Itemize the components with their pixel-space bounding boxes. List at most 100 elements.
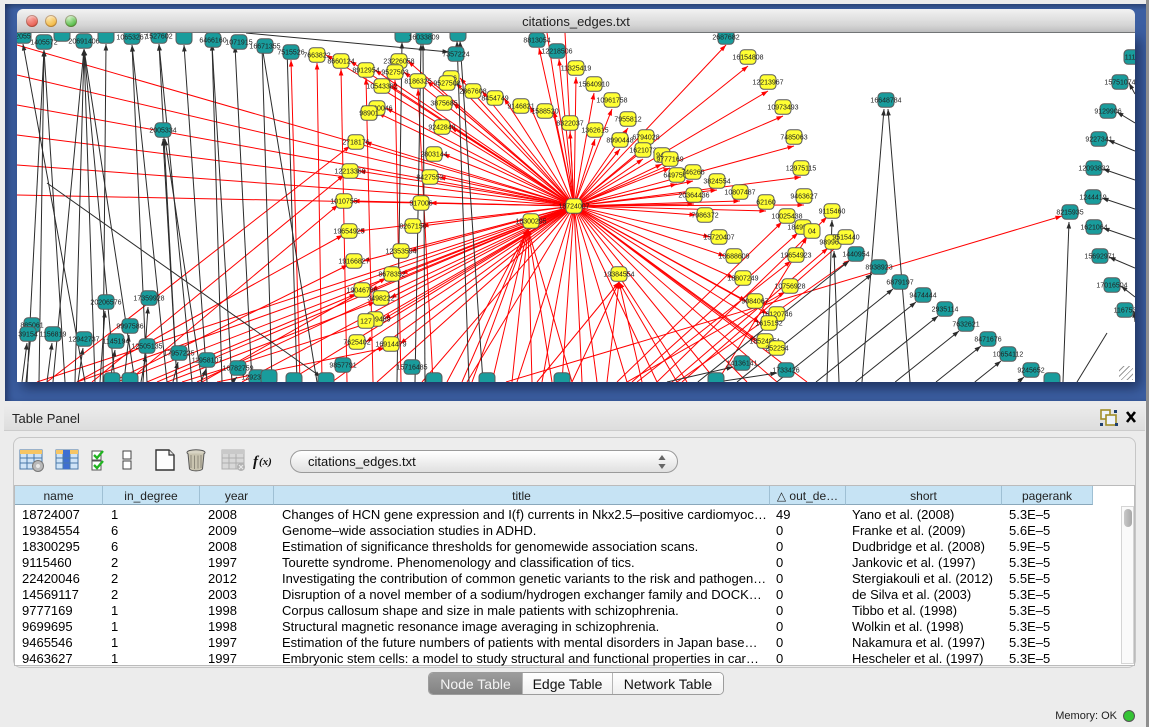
svg-text:20206576: 20206576: [90, 300, 121, 307]
svg-text:252254: 252254: [765, 346, 788, 353]
svg-text:15716485: 15716485: [396, 365, 427, 372]
svg-text:12218506: 12218506: [541, 49, 572, 56]
svg-text:12505135: 12505135: [131, 344, 162, 351]
svg-text:3824554: 3824554: [703, 179, 730, 186]
svg-text:1621072: 1621072: [629, 148, 656, 155]
svg-text:15692971: 15692971: [1084, 254, 1115, 261]
svg-text:8427552: 8427552: [416, 175, 443, 182]
svg-text:9857791: 9857791: [329, 363, 356, 370]
svg-text:7955812: 7955812: [614, 117, 641, 124]
svg-text:10807487: 10807487: [724, 190, 755, 197]
svg-text:1362615: 1362615: [581, 128, 608, 135]
svg-text:8660124: 8660124: [327, 59, 354, 66]
svg-text:20364436: 20364436: [678, 193, 709, 200]
svg-text:9227341: 9227341: [1085, 137, 1112, 144]
svg-text:2055: 2055: [17, 34, 31, 41]
svg-text:7515526: 7515526: [277, 50, 304, 57]
svg-text:17359928: 17359928: [133, 296, 164, 303]
svg-text:19166827: 19166827: [338, 259, 369, 266]
svg-text:16033809: 16033809: [408, 35, 439, 42]
svg-text:19654925: 19654925: [333, 229, 364, 236]
svg-text:2803144: 2803144: [420, 152, 447, 159]
svg-text:1588520: 1588520: [531, 109, 558, 116]
svg-text:1156819: 1156819: [40, 332, 67, 339]
svg-text:8322037: 8322037: [556, 121, 583, 128]
svg-text:16154808: 16154808: [732, 55, 763, 62]
svg-text:7485063: 7485063: [780, 135, 807, 142]
svg-text:8938923: 8938923: [865, 265, 892, 272]
svg-text:16782759: 16782759: [222, 366, 253, 373]
svg-text:8267150: 8267150: [399, 224, 426, 231]
svg-text:8990448: 8990448: [606, 138, 633, 145]
svg-text:04: 04: [808, 229, 816, 236]
svg-text:9997586: 9997586: [116, 324, 143, 331]
svg-text:1621064: 1621064: [1080, 225, 1107, 232]
svg-text:1405572: 1405572: [30, 40, 57, 47]
svg-text:746266: 746266: [681, 170, 704, 177]
svg-text:3875685: 3875685: [430, 101, 457, 108]
svg-text:11325419: 11325419: [561, 66, 592, 73]
svg-text:14136141: 14136141: [726, 361, 757, 368]
svg-text:8912954: 8912954: [352, 68, 379, 75]
svg-text:9474444: 9474444: [909, 293, 936, 300]
svg-text:9463627: 9463627: [790, 194, 817, 201]
svg-text:7357224: 7357224: [442, 52, 469, 59]
svg-text:8678352: 8678352: [378, 272, 405, 279]
svg-text:10961758: 10961758: [596, 98, 627, 105]
svg-text:9245652: 9245652: [1017, 368, 1044, 375]
svg-text:1010755: 1010755: [330, 199, 357, 206]
svg-text:8186325: 8186325: [404, 79, 431, 86]
svg-text:10756928: 10756928: [774, 284, 805, 291]
svg-text:8215935: 8215935: [1056, 210, 1083, 217]
svg-text:9115460: 9115460: [819, 209, 846, 216]
svg-text:62160: 62160: [756, 200, 776, 207]
svg-text:12975115: 12975115: [786, 166, 817, 173]
svg-text:15640910: 15640910: [578, 82, 609, 89]
svg-text:3498222: 3498222: [367, 296, 394, 303]
svg-text:1615152: 1615152: [755, 321, 782, 328]
svg-text:17016504: 17016504: [1096, 283, 1127, 290]
svg-text:116753: 116753: [1114, 308, 1135, 315]
svg-text:8471676: 8471676: [974, 337, 1001, 344]
svg-text:20691406: 20691406: [68, 39, 99, 46]
svg-text:2867608: 2867608: [459, 89, 486, 96]
svg-text:18724007: 18724007: [558, 204, 589, 211]
svg-text:16671355: 16671355: [249, 44, 280, 51]
svg-text:15720407: 15720407: [703, 235, 734, 242]
svg-text:9777169: 9777169: [656, 157, 683, 164]
svg-text:16914479: 16914479: [375, 342, 406, 349]
svg-text:16648784: 16648784: [870, 98, 901, 105]
svg-text:9527503: 9527503: [381, 70, 408, 77]
svg-text:127: 127: [360, 319, 372, 326]
svg-text:9515440: 9515440: [832, 235, 859, 242]
svg-text:12213967: 12213967: [752, 80, 783, 87]
svg-text:19384554: 19384554: [603, 272, 634, 279]
svg-text:6794028: 6794028: [632, 135, 659, 142]
svg-text:10653267: 10653267: [116, 35, 147, 42]
svg-text:1117: 1117: [1125, 55, 1135, 62]
svg-text:2718176: 2718176: [342, 140, 369, 147]
svg-text:2687682: 2687682: [712, 35, 739, 42]
svg-text:98901: 98901: [359, 111, 379, 118]
svg-text:12942737: 12942737: [68, 337, 99, 344]
svg-text:9084067: 9084067: [741, 299, 768, 306]
svg-text:10543382: 10543382: [366, 84, 397, 91]
svg-text:7986372: 7986372: [691, 213, 718, 220]
svg-text:10973493: 10973493: [767, 105, 798, 112]
svg-text:39154: 39154: [18, 332, 38, 339]
svg-text:2005334: 2005334: [149, 128, 176, 135]
svg-text:7625402: 7625402: [343, 340, 370, 347]
svg-text:10688609: 10688609: [718, 254, 749, 261]
svg-text:(x): (x): [259, 456, 272, 468]
svg-text:10654112: 10654112: [993, 352, 1024, 359]
svg-text:9527508: 9527508: [433, 81, 460, 88]
svg-text:11958107: 11958107: [192, 358, 223, 365]
svg-text:2935114: 2935114: [932, 307, 959, 314]
svg-text:12353594: 12353594: [385, 249, 416, 256]
svg-text:12213369: 12213369: [334, 169, 365, 176]
svg-text:6879197: 6879197: [886, 280, 913, 287]
svg-text:6466160: 6466160: [199, 38, 226, 45]
svg-text:15751074: 15751074: [1104, 80, 1135, 87]
svg-text:18807249: 18807249: [727, 276, 758, 283]
svg-text:1145194: 1145194: [103, 339, 130, 346]
